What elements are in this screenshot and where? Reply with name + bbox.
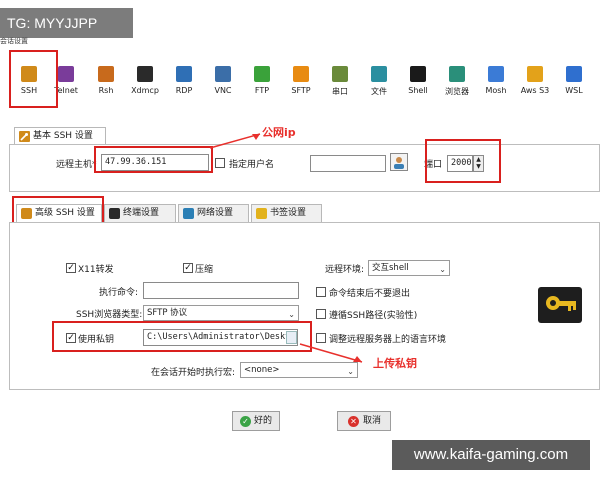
- watermark-top: TG: MYYJJPP: [0, 8, 133, 38]
- tab-terminal[interactable]: 终端设置: [104, 204, 176, 222]
- protocol-rdp[interactable]: RDP: [165, 54, 203, 104]
- tab-network[interactable]: 网络设置: [178, 204, 249, 222]
- compress-label: 压缩: [195, 265, 214, 275]
- tab-basic-ssh-label: 基本 SSH 设置: [33, 131, 93, 141]
- exit-after-checkbox[interactable]: [316, 287, 326, 297]
- windows-icon: [566, 66, 582, 82]
- x-icon: [137, 66, 153, 82]
- star-icon: [256, 208, 267, 219]
- sftp-icon: [293, 66, 309, 82]
- cancel-button-label: 取消: [363, 416, 382, 426]
- protocol-串口[interactable]: 串口: [321, 54, 359, 104]
- key-icon: [538, 287, 582, 323]
- ok-button-label: 好的: [254, 416, 273, 426]
- watermark-bottom: www.kaifa-gaming.com: [392, 440, 590, 470]
- sub-tab-label: 网络设置: [197, 208, 234, 218]
- x11-label: X11转发: [78, 265, 114, 275]
- exec-cmd-input[interactable]: [143, 282, 299, 299]
- network-icon: [183, 208, 194, 219]
- macro-label: 在会话开始时执行宏:: [151, 368, 236, 378]
- protocol-vnc[interactable]: VNC: [204, 54, 242, 104]
- public-ip-annotation: 公网ip: [262, 126, 296, 139]
- protocol-aws-s3[interactable]: Aws S3: [516, 54, 554, 104]
- session-settings-window: 会话设置 SSH Telnet Rsh Xdmcp RDP VNC FTP SFTP 串口 文件 S…: [0, 0, 600, 480]
- macro-select[interactable]: <none> ⌄: [240, 362, 358, 378]
- chevron-down-icon: ⌄: [347, 367, 354, 376]
- private-key-highlight-box: [52, 321, 312, 352]
- host-label: 远程主机*: [56, 160, 97, 170]
- specify-user-checkbox[interactable]: [215, 158, 225, 168]
- serial-icon: [332, 66, 348, 82]
- exec-cmd-label: 执行命令:: [99, 288, 139, 298]
- tab-basic-ssh[interactable]: 基本 SSH 设置: [14, 127, 106, 145]
- wrench-icon: [19, 131, 30, 142]
- remote-env-select[interactable]: 交互shell ⌄: [368, 260, 450, 276]
- aws-icon: [527, 66, 543, 82]
- browser-type-label: SSH浏览器类型:: [76, 310, 143, 320]
- protocol-rsh[interactable]: Rsh: [87, 54, 125, 104]
- protocol-xdmcp[interactable]: Xdmcp: [126, 54, 164, 104]
- port-highlight-box: [425, 139, 501, 183]
- specify-user-label: 指定用户名: [229, 160, 275, 170]
- remote-env-value: 交互shell: [372, 263, 409, 273]
- username-input[interactable]: [310, 155, 386, 172]
- sub-tab-label: 书签设置: [270, 208, 307, 218]
- protocol-浏览器[interactable]: 浏览器: [438, 54, 476, 104]
- user-icon: [394, 157, 404, 169]
- chevron-down-icon: ⌄: [439, 265, 446, 274]
- exit-after-label: 命令结束后不要退出: [329, 289, 411, 299]
- protocol-ftp[interactable]: FTP: [243, 54, 281, 104]
- user-picker-button[interactable]: [390, 153, 408, 171]
- follow-path-label: 遵循SSH路径(实验性): [329, 311, 418, 321]
- chevron-down-icon: ⌄: [288, 310, 295, 319]
- tab-star[interactable]: 书签设置: [251, 204, 322, 222]
- close-icon: ✕: [348, 416, 359, 427]
- telnet-icon: [58, 66, 74, 82]
- terminal-icon: [109, 208, 120, 219]
- protocol-wsl[interactable]: WSL: [555, 54, 593, 104]
- remote-env-label: 远程环境:: [325, 265, 365, 275]
- protocol-label: WSL: [565, 86, 583, 95]
- arrow-to-host-icon: [209, 133, 261, 149]
- file-monitor-icon: [371, 66, 387, 82]
- vnc-icon: [215, 66, 231, 82]
- globe-icon: [254, 66, 270, 82]
- macro-value: <none>: [244, 365, 280, 375]
- browser-type-select[interactable]: SFTP 协议 ⌄: [143, 305, 299, 321]
- x11-checkbox[interactable]: ✓: [66, 263, 76, 273]
- protocol-mosh[interactable]: Mosh: [477, 54, 515, 104]
- upload-key-annotation: 上传私钥: [373, 357, 417, 370]
- mosh-icon: [488, 66, 504, 82]
- protocol-sftp[interactable]: SFTP: [282, 54, 320, 104]
- protocol-shell[interactable]: Shell: [399, 54, 437, 104]
- follow-path-checkbox[interactable]: [316, 309, 326, 319]
- browser-type-value: SFTP 协议: [147, 308, 188, 318]
- compress-checkbox[interactable]: ✓: [183, 263, 193, 273]
- cancel-button[interactable]: ✕ 取消: [337, 411, 391, 431]
- sub-tab-label: 终端设置: [123, 208, 160, 218]
- monitor-icon: [176, 66, 192, 82]
- browser-icon: [449, 66, 465, 82]
- ssh-highlight-box: [9, 50, 58, 108]
- protocol-文件[interactable]: 文件: [360, 54, 398, 104]
- check-icon: ✓: [240, 416, 251, 427]
- rsh-icon: [98, 66, 114, 82]
- terminal-icon: [410, 66, 426, 82]
- ok-button[interactable]: ✓ 好的: [232, 411, 280, 431]
- host-highlight-box: [94, 146, 213, 173]
